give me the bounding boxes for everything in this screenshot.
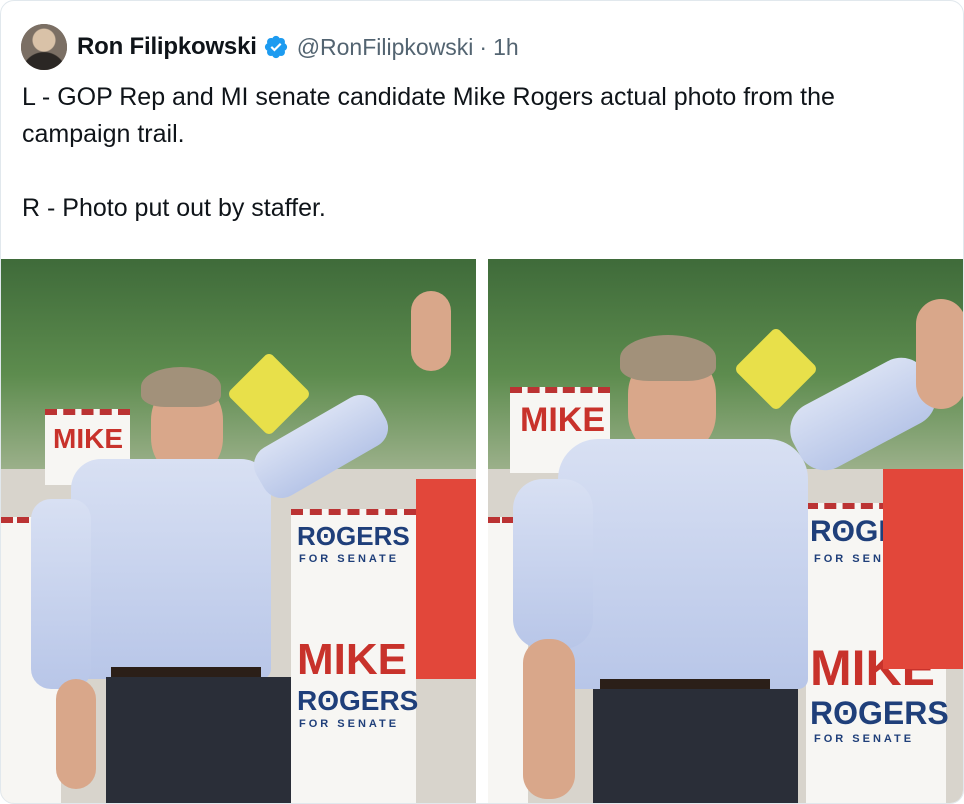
banner-word-second: RʘGERS: [810, 695, 949, 731]
small-banner-word: MIKE: [53, 423, 123, 454]
banner-word-main: MIKE: [297, 635, 407, 684]
avatar[interactable]: [21, 24, 67, 70]
bystander: [883, 469, 963, 669]
separator-dot: ·: [479, 33, 488, 60]
banner-sub-bottom: FOR SENATE: [814, 733, 915, 745]
bystander: [416, 479, 476, 679]
banner-word-second: RʘGERS: [297, 685, 419, 716]
author-name[interactable]: Ron Filipkowski: [77, 33, 257, 61]
photo-right[interactable]: MIKE RʘGERS FOR SENATE MIKE RʘGERS FOR S…: [488, 259, 963, 803]
tweet-line-2: R - Photo put out by staffer.: [22, 194, 326, 222]
campaign-banner: RʘGERS FOR SENATE MIKE RʘGERS FOR SENATE: [291, 509, 419, 803]
banner-sub-top: FOR SENATE: [299, 553, 400, 565]
photo-left[interactable]: MIKE RʘGERS FOR SENATE MIKE RʘGERS FOR S…: [1, 259, 476, 803]
banner-word-top: RʘGERS: [297, 521, 410, 551]
media-grid: MIKE RʘGERS FOR SENATE MIKE RʘGERS FOR S…: [1, 259, 963, 803]
author-handle[interactable]: @RonFilipkowski: [297, 34, 474, 61]
tweet-text: L - GOP Rep and MI senate candidate Mike…: [22, 79, 942, 227]
small-banner-word: MIKE: [520, 401, 605, 439]
banner-sub-bottom: FOR SENATE: [299, 718, 400, 730]
tweet-header: Ron Filipkowski @RonFilipkowski · 1h: [21, 24, 519, 70]
tweet-card[interactable]: Ron Filipkowski @RonFilipkowski · 1h L -…: [0, 0, 964, 804]
timestamp[interactable]: 1h: [493, 34, 519, 61]
tweet-line-1: L - GOP Rep and MI senate candidate Mike…: [22, 83, 835, 148]
verified-badge-icon: [264, 35, 287, 59]
